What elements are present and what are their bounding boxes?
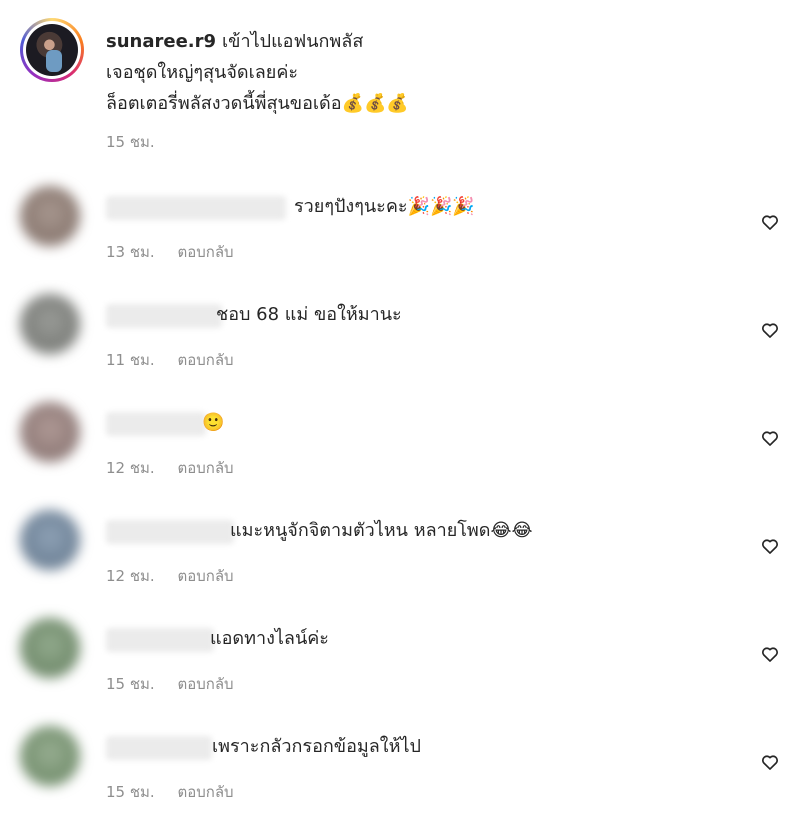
comment-text: แมะหนูจักจิตามตัวไหน หลายโพด😂😂 [230,520,533,541]
heart-icon[interactable] [760,428,780,448]
avatar[interactable] [20,402,80,462]
blurred-username [106,304,222,328]
comment-text: ชอบ 68 แม่ ขอให้มานะ [216,304,402,325]
blurred-username [106,196,286,220]
comment-text: รวยๆปังๆนะคะ🎉🎉🎉 [294,196,475,217]
comment-item: แอดทางไลน์ค่ะ 15 ชม. ตอบกลับ [20,618,780,718]
blurred-username [106,628,214,652]
comment-timestamp: 12 ชม. [106,459,155,477]
comment-timestamp: 13 ชม. [106,243,155,261]
comment-item: รวยๆปังๆนะคะ🎉🎉🎉 13 ชม. ตอบกลับ [20,186,780,286]
reply-button[interactable]: ตอบกลับ [177,459,233,477]
comment-item: เพราะกลัวกรอกข้อมูลให้ไป 15 ชม. ตอบกลับ [20,726,780,818]
caption-text: sunaree.r9 เข้าไปแอฟนกพลัส เจอชุดใหญ่ๆสุน… [106,26,409,119]
comment-text: 🙂 [202,412,225,433]
reply-button[interactable]: ตอบกลับ [177,783,233,801]
blurred-username [106,520,234,544]
comment-text: เพราะกลัวกรอกข้อมูลให้ไป [212,736,421,757]
caption-line-1: เข้าไปแอฟนกพลัส [222,31,364,52]
comments-panel: sunaree.r9 เข้าไปแอฟนกพลัส เจอชุดใหญ่ๆสุน… [0,0,800,818]
avatar[interactable] [20,726,80,786]
heart-icon[interactable] [760,536,780,556]
comment-meta: 11 ชม. ตอบกลับ [106,348,234,372]
comment-timestamp: 15 ชม. [106,675,155,693]
caption-line-3: ล็อตเตอรี่พลัสงวดนี้พี่สุนขอเด้อ💰💰💰 [106,93,409,114]
author-avatar[interactable] [20,18,84,82]
caption-line-2: เจอชุดใหญ่ๆสุนจัดเลยค่ะ [106,62,299,83]
comment-meta: 13 ชม. ตอบกลับ [106,240,234,264]
reply-button[interactable]: ตอบกลับ [177,567,233,585]
blurred-username [106,412,206,436]
author-username[interactable]: sunaree.r9 [106,31,216,52]
comment-meta: 15 ชม. ตอบกลับ [106,780,234,804]
blurred-username [106,736,212,760]
caption-timestamp: 15 ชม. [106,133,155,151]
avatar[interactable] [20,294,80,354]
reply-button[interactable]: ตอบกลับ [177,243,233,261]
avatar[interactable] [20,618,80,678]
reply-button[interactable]: ตอบกลับ [177,675,233,693]
comment-item: แมะหนูจักจิตามตัวไหน หลายโพด😂😂 12 ชม. ตอ… [20,510,780,610]
comment-meta: 12 ชม. ตอบกลับ [106,456,234,480]
comment-item: 🙂 12 ชม. ตอบกลับ [20,402,780,502]
comment-text: แอดทางไลน์ค่ะ [210,628,329,649]
comment-timestamp: 12 ชม. [106,567,155,585]
comment-meta: 12 ชม. ตอบกลับ [106,564,234,588]
comment-meta: 15 ชม. ตอบกลับ [106,672,234,696]
reply-button[interactable]: ตอบกลับ [177,351,233,369]
comment-timestamp: 15 ชม. [106,783,155,801]
comment-timestamp: 11 ชม. [106,351,155,369]
heart-icon[interactable] [760,212,780,232]
heart-icon[interactable] [760,644,780,664]
heart-icon[interactable] [760,320,780,340]
comment-item: ชอบ 68 แม่ ขอให้มานะ 11 ชม. ตอบกลับ [20,294,780,394]
heart-icon[interactable] [760,752,780,772]
avatar[interactable] [20,186,80,246]
avatar[interactable] [20,510,80,570]
